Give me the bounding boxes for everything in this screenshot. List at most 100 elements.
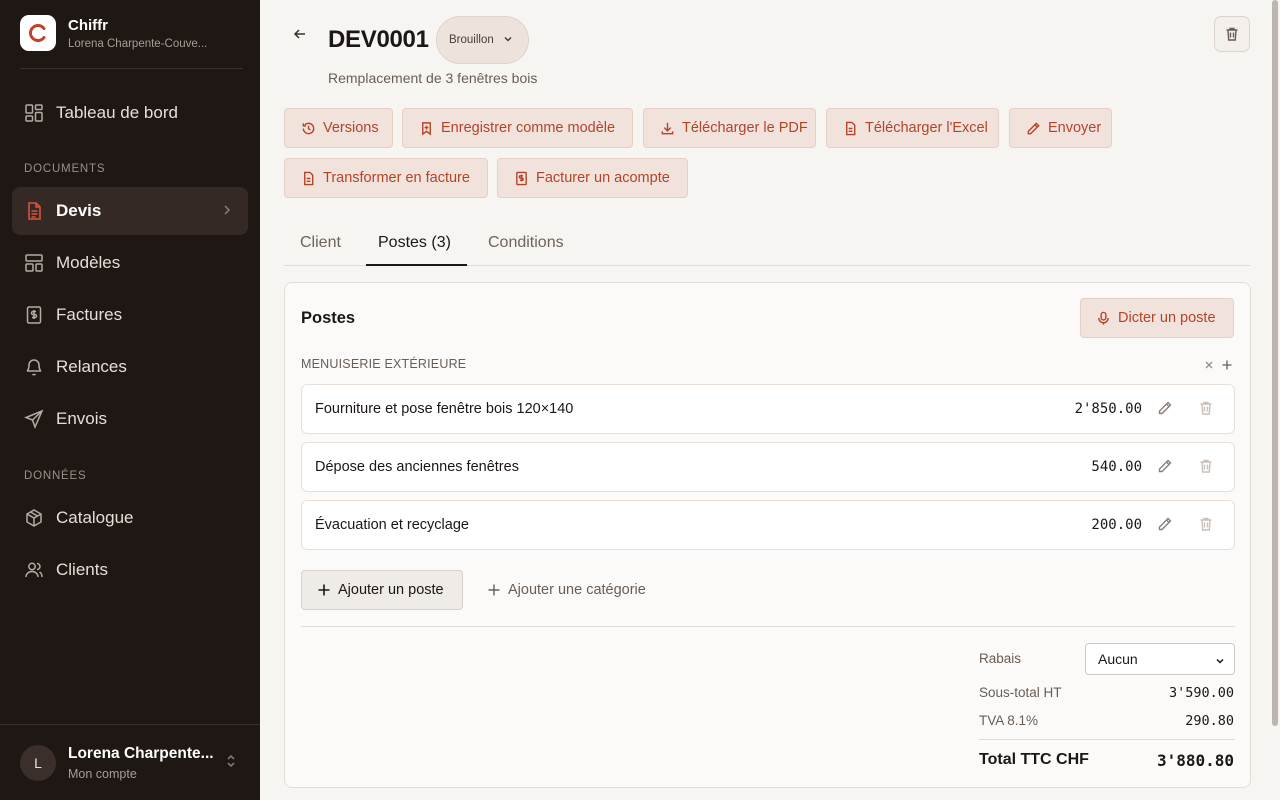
button-label: Ajouter un poste [338,582,444,598]
subtotal-label: Sous-total HT [979,685,1062,700]
tab-postes[interactable]: Postes (3) [366,226,467,266]
convert-to-invoice-button[interactable]: Transformer en facture [284,158,488,198]
sidebar-item-relances[interactable]: Relances [12,343,248,391]
discount-value: Aucun [1098,651,1138,667]
invoice-icon [24,305,44,325]
button-label: Ajouter une catégorie [508,582,646,598]
pencil-icon [1025,120,1041,136]
invoice-deposit-button[interactable]: Facturer un acompte [497,158,688,198]
sidebar-divider [20,68,243,69]
sidebar-item-envois[interactable]: Envois [12,395,248,443]
add-category-button[interactable]: Ajouter une catégorie [487,570,646,610]
avatar: L [20,744,56,781]
edit-position-icon[interactable] [1157,400,1173,421]
microphone-icon [1096,311,1111,326]
sidebar-item-label: Envois [56,409,108,428]
download-excel-button[interactable]: Télécharger l'Excel [826,108,999,148]
table-row: Fourniture et pose fenêtre bois 120×140 … [301,384,1235,434]
status-badge: Brouillon [449,34,494,46]
tab-conditions[interactable]: Conditions [488,226,578,266]
positions-title: Postes [301,309,356,327]
edit-position-icon[interactable] [1157,516,1173,537]
file-icon [300,170,316,186]
card-divider [301,626,1235,627]
subtotal-value: 3'590.00 [1168,685,1234,701]
sidebar-item-clients[interactable]: Clients [12,546,248,594]
sidebar-item-devis[interactable]: Devis [12,187,248,235]
vat-value: 290.80 [1185,713,1234,729]
button-label: Transformer en facture [323,170,470,186]
dashboard-icon [24,103,44,123]
chiffr-logo-icon [20,15,56,51]
send-button[interactable]: Envoyer [1009,108,1112,148]
status-dropdown[interactable]: Brouillon [436,16,529,64]
delete-document-button[interactable] [1214,16,1250,52]
delete-position-icon[interactable] [1198,516,1214,537]
sidebar-item-label: Relances [56,357,127,376]
delete-position-icon[interactable] [1198,458,1214,479]
sidebar-item-dashboard[interactable]: Tableau de bord [12,89,248,137]
position-description: Évacuation et recyclage [315,517,469,533]
category-label: MENUISERIE EXTÉRIEURE [301,357,467,371]
sidebar-item-factures[interactable]: Factures [12,291,248,339]
add-to-category-icon[interactable] [1221,358,1233,376]
sidebar: Chiffr Lorena Charpente-Couve... Tableau… [0,0,260,800]
main-content: DEV0001 Brouillon Remplacement de 3 fenê… [260,0,1280,800]
sidebar-item-label: Tableau de bord [56,103,178,122]
file-icon [842,120,858,136]
save-as-template-button[interactable]: Enregistrer comme modèle [402,108,633,148]
tab-client[interactable]: Client [300,226,348,266]
user-name: Lorena Charpente... [68,744,214,762]
button-label: Télécharger le PDF [682,120,808,136]
sidebar-item-label: Modèles [56,253,121,272]
position-amount: 200.00 [1091,517,1142,533]
vat-label: TVA 8.1% [979,713,1039,728]
discount-select[interactable]: Aucun [1085,643,1235,675]
button-label: Envoyer [1048,120,1102,136]
scrollbar[interactable] [1272,0,1278,726]
file-text-icon [24,201,44,221]
history-icon [300,120,316,136]
total-value: 3'880.80 [1156,751,1234,770]
app-name: Chiffr [68,16,108,34]
bell-icon [24,357,44,377]
dictate-position-button[interactable]: Dicter un poste [1080,298,1234,338]
download-pdf-button[interactable]: Télécharger le PDF [643,108,816,148]
sidebar-item-modeles[interactable]: Modèles [12,239,248,287]
sidebar-item-catalogue[interactable]: Catalogue [12,494,248,542]
back-button[interactable] [290,24,310,44]
add-position-button[interactable]: Ajouter un poste [301,570,463,610]
document-subtitle: Remplacement de 3 fenêtres bois [328,70,538,86]
button-label: Versions [323,120,379,136]
trash-icon [1226,27,1238,41]
total-label: Total TTC CHF [979,751,1089,768]
button-label: Télécharger l'Excel [865,120,988,136]
chevron-right-icon [220,203,234,222]
position-description: Dépose des anciennes fenêtres [315,459,519,475]
chevron-down-icon [1214,654,1226,670]
send-icon [24,409,44,429]
position-amount: 540.00 [1091,459,1142,475]
edit-position-icon[interactable] [1157,458,1173,479]
app-subtitle: Lorena Charpente-Couve... [68,37,208,50]
arrow-left-icon [293,29,305,39]
sidebar-section-documents: DOCUMENTS [24,163,106,175]
users-icon [24,560,44,580]
versions-button[interactable]: Versions [284,108,393,148]
user-account-label: Mon compte [68,766,137,781]
sidebar-item-label: Devis [56,201,102,220]
position-amount: 2'850.00 [1074,401,1142,417]
remove-category-icon[interactable] [1203,358,1215,376]
delete-position-icon[interactable] [1198,400,1214,421]
sidebar-item-label: Clients [56,560,108,579]
user-menu[interactable]: L Lorena Charpente... Mon compte [0,724,260,800]
layout-icon [24,253,44,273]
plus-icon [317,583,331,597]
invoice-icon [513,170,529,186]
brand[interactable]: Chiffr Lorena Charpente-Couve... [20,15,207,51]
totals-divider [979,739,1235,740]
button-label: Enregistrer comme modèle [441,120,616,136]
bookmark-icon [418,120,434,136]
table-row: Évacuation et recyclage 200.00 [301,500,1235,550]
page-title: DEV0001 [328,26,429,53]
